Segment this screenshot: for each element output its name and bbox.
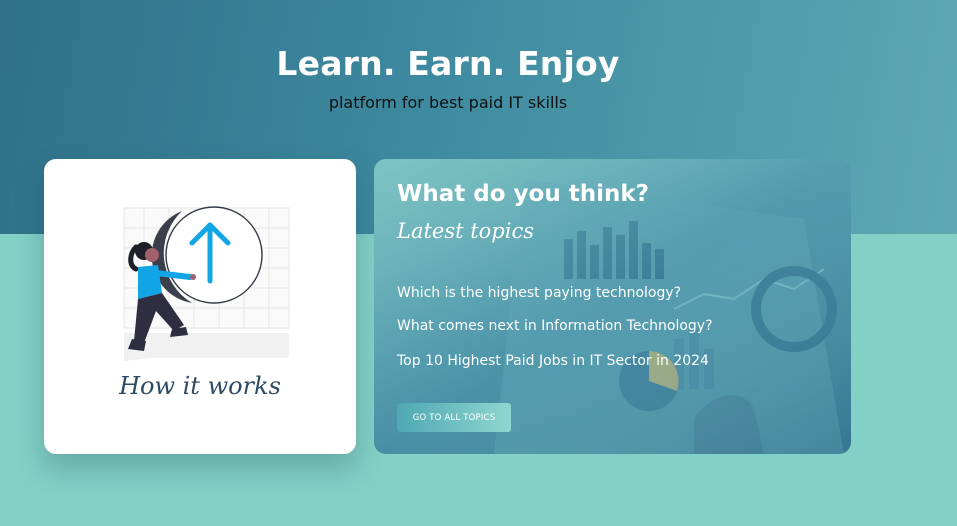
how-it-works-label[interactable]: How it works xyxy=(44,372,356,400)
topics-heading: What do you think? xyxy=(397,181,649,207)
topic-link-highest-paying[interactable]: Which is the highest paying technology? xyxy=(397,285,681,301)
latest-topics-label: Latest topics xyxy=(397,219,535,243)
topic-link-what-comes-next[interactable]: What comes next in Information Technolog… xyxy=(397,318,713,334)
hero-subtitle: platform for best paid IT skills xyxy=(328,93,568,112)
topic-link-top-10-jobs[interactable]: Top 10 Highest Paid Jobs in IT Sector in… xyxy=(397,353,709,369)
hero-title: Learn. Earn. Enjoy xyxy=(276,44,620,83)
how-it-works-card[interactable]: How it works xyxy=(44,159,356,454)
topics-card: What do you think? Latest topics Which i… xyxy=(374,159,851,454)
person-upload-illustration xyxy=(123,206,290,361)
page: Learn. Earn. Enjoy platform for best pai… xyxy=(0,0,957,526)
go-to-all-topics-button[interactable]: GO TO ALL TOPICS xyxy=(397,403,511,432)
